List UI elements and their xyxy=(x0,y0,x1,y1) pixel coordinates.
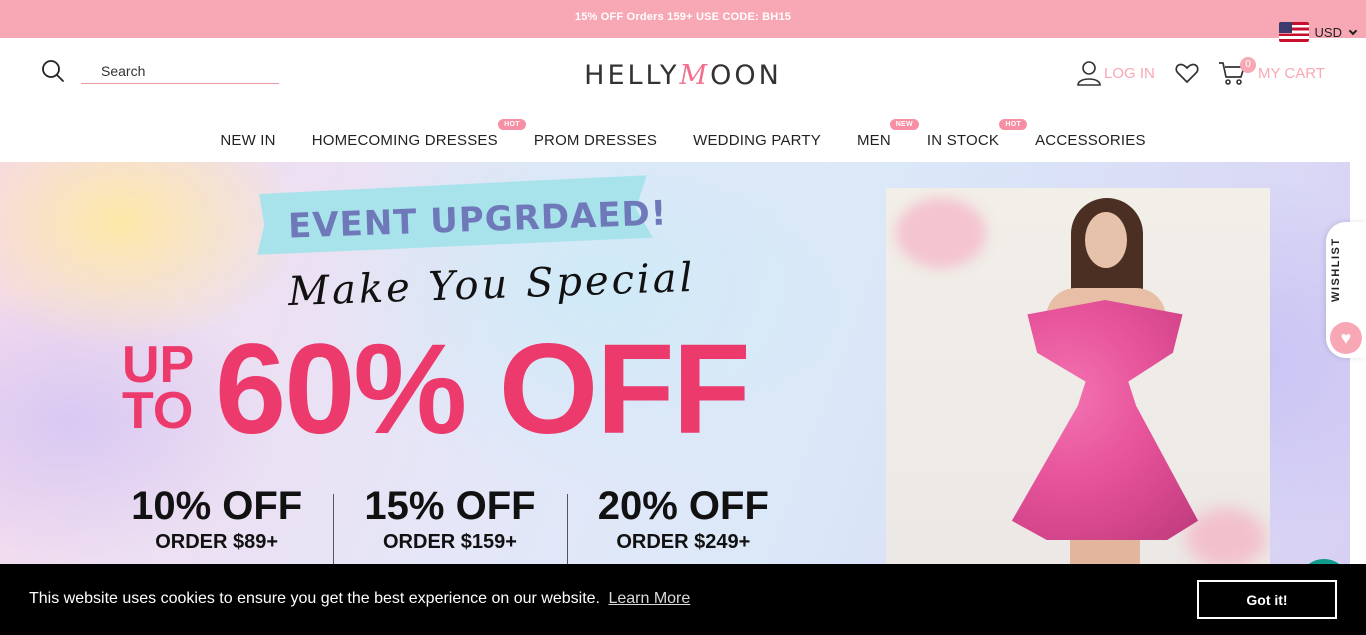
user-icon xyxy=(1077,61,1101,86)
wishlist-tab-label: WISHLIST xyxy=(1330,237,1342,302)
chevron-down-icon xyxy=(1348,26,1358,35)
nav-item-accessories[interactable]: ACCESSORIES xyxy=(1017,118,1164,162)
model-photo xyxy=(886,188,1270,564)
heart-icon: ♥ xyxy=(1330,322,1362,354)
tier-percent: 10% OFF xyxy=(131,484,303,528)
wishlist-side-tab[interactable]: WISHLIST ♥ xyxy=(1326,222,1366,358)
hero-banner[interactable]: EVENT UPGRDAED! Make You Special UP TO 6… xyxy=(0,162,1350,564)
site-header: HELLYMOON LOG IN 0 MY CART xyxy=(0,38,1366,118)
search-icon[interactable] xyxy=(41,59,65,83)
main-nav: NEW IN HOMECOMING DRESSES HOT PROM DRESSE… xyxy=(0,118,1366,162)
learn-more-link[interactable]: Learn More xyxy=(608,590,690,607)
pink-dress xyxy=(1011,300,1199,540)
nav-label: PROM DRESSES xyxy=(533,132,658,149)
nav-item-new-in[interactable]: NEW IN xyxy=(202,118,293,162)
login-link[interactable]: LOG IN xyxy=(1076,60,1155,86)
discount-tier: 20% OFF ORDER $249+ xyxy=(566,484,800,564)
nav-item-men[interactable]: MEN NEW xyxy=(839,118,919,162)
nav-label: ACCESSORIES xyxy=(1035,132,1146,149)
search-field[interactable] xyxy=(81,60,279,84)
search-input[interactable] xyxy=(81,60,279,82)
flower-decoration xyxy=(1186,508,1266,564)
cookie-text: This website uses cookies to ensure you … xyxy=(29,590,600,607)
site-logo[interactable]: HELLYMOON xyxy=(560,60,806,91)
cart-link[interactable]: 0 MY CART xyxy=(1218,57,1325,86)
tier-order: ORDER $249+ xyxy=(616,531,751,553)
banner-up-to: UP TO xyxy=(122,339,194,440)
tier-percent: 20% OFF xyxy=(597,484,769,528)
logo-text-m: M xyxy=(679,60,711,91)
nav-label: IN STOCK xyxy=(926,132,1000,149)
nav-item-homecoming-dresses[interactable]: HOMECOMING DRESSES HOT xyxy=(294,118,526,162)
logo-text-left: HELLY xyxy=(584,60,680,91)
discount-tier: 15% OFF ORDER $159+ xyxy=(333,484,566,564)
tier-order: ORDER $159+ xyxy=(383,531,517,553)
banner-discount: 60% OFF xyxy=(215,318,751,461)
model-face xyxy=(1085,212,1127,268)
nav-label: WEDDING PARTY xyxy=(693,132,821,149)
nav-item-prom-dresses[interactable]: PROM DRESSES xyxy=(516,118,675,162)
banner-to: TO xyxy=(122,382,194,440)
nav-label: NEW IN xyxy=(220,132,276,149)
tier-percent: 15% OFF xyxy=(364,484,536,528)
cart-count-badge: 0 xyxy=(1240,57,1256,73)
promo-text: 15% OFF Orders 159+ USE CODE: BH15 xyxy=(574,11,792,23)
banner-script-tagline: Make You Special xyxy=(287,254,697,316)
promo-bar: 15% OFF Orders 159+ USE CODE: BH15 USD xyxy=(0,0,1366,42)
flower-decoration xyxy=(896,198,986,268)
cookie-banner: This website uses cookies to ensure you … xyxy=(0,564,1366,635)
cookie-accept-button[interactable]: Got it! xyxy=(1197,580,1337,619)
nav-item-in-stock[interactable]: IN STOCK HOT xyxy=(909,118,1028,162)
login-label: LOG IN xyxy=(1104,64,1155,82)
cookie-message: This website uses cookies to ensure you … xyxy=(29,590,690,608)
discount-tier: 10% OFF ORDER $89+ xyxy=(100,484,333,564)
nav-label: HOMECOMING DRESSES xyxy=(311,132,498,149)
nav-label: MEN xyxy=(856,132,891,149)
discount-tiers: 10% OFF ORDER $89+ 15% OFF ORDER $159+ 2… xyxy=(100,484,800,564)
nav-item-wedding-party[interactable]: WEDDING PARTY xyxy=(675,118,839,162)
heart-icon[interactable] xyxy=(1175,62,1199,84)
cart-label: MY CART xyxy=(1258,64,1325,82)
logo-text-right: OON xyxy=(710,60,782,91)
tier-order: ORDER $89+ xyxy=(155,531,279,553)
